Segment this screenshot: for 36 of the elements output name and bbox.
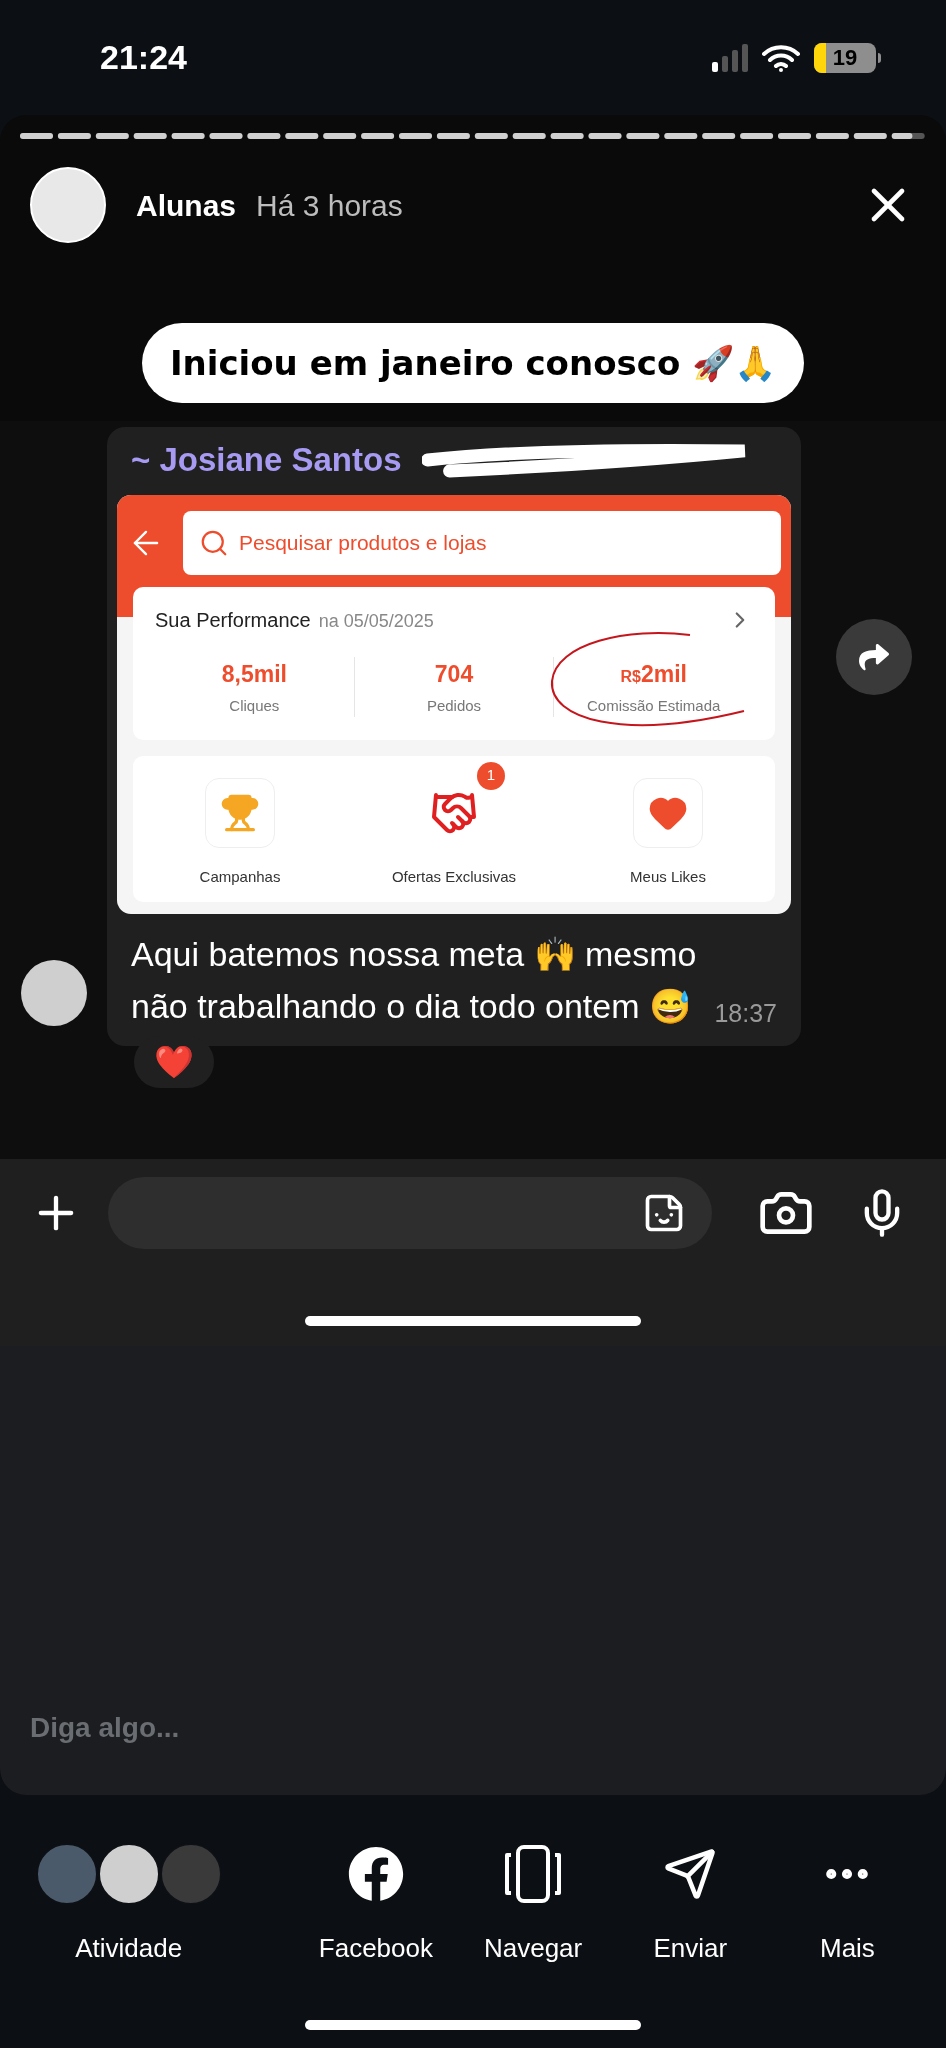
status-time: 21:24 <box>100 37 187 78</box>
phone-frames-icon[interactable] <box>503 1845 564 1903</box>
notification-badge: 1 <box>477 761 505 790</box>
facebook-icon[interactable] <box>347 1846 404 1902</box>
message-text: Aqui batemos nossa meta 🙌 mesmo não trabalhando o dia todo ontem 😅 <box>131 934 698 1027</box>
search-field[interactable]: Pesquisar produtos e lojas <box>183 510 781 575</box>
wifi-icon <box>762 43 800 72</box>
stat-value: R$2mil <box>620 659 687 689</box>
share-arrow-icon <box>858 641 889 672</box>
shortcut-label[interactable]: Ofertas Exclusivas <box>391 865 517 888</box>
story-caption: Iniciou em janeiro conosco 🚀🙏 <box>141 323 805 403</box>
shortcut-label[interactable]: Campanhas <box>199 865 281 888</box>
stat-label: Cliques <box>229 696 280 716</box>
sender-name: ~ Josiane Santos <box>131 440 402 480</box>
battery-indicator: 19 <box>814 42 881 73</box>
action-label[interactable]: Mais <box>819 1929 875 1968</box>
send-icon[interactable] <box>663 1847 718 1901</box>
story-time: Há 3 horas <box>256 187 403 224</box>
performance-date: na 05/05/2025 <box>318 609 434 633</box>
action-label[interactable]: Navegar <box>483 1929 583 1968</box>
stat-label: Comissão Estimada <box>587 696 721 716</box>
stat-label: Pedidos <box>426 696 482 716</box>
action-label[interactable]: Enviar <box>653 1929 728 1968</box>
performance-title: Sua Performance <box>155 607 311 633</box>
search-placeholder: Pesquisar produtos e lojas <box>239 529 487 556</box>
action-label[interactable]: Atividade <box>75 1929 183 1968</box>
stat-value: 8,5mil <box>221 659 287 689</box>
action-label[interactable]: Facebook <box>318 1929 433 1968</box>
shortcut-tile[interactable] <box>205 777 275 848</box>
message-time: 18:37 <box>714 997 777 1029</box>
trophy-icon <box>220 792 260 833</box>
shortcut-label[interactable]: Meus Likes <box>630 865 706 888</box>
stat-value: 704 <box>434 659 474 689</box>
signal-icon <box>712 43 748 72</box>
shortcut-tile[interactable] <box>633 777 703 848</box>
story-author[interactable]: Alunas <box>136 182 237 228</box>
